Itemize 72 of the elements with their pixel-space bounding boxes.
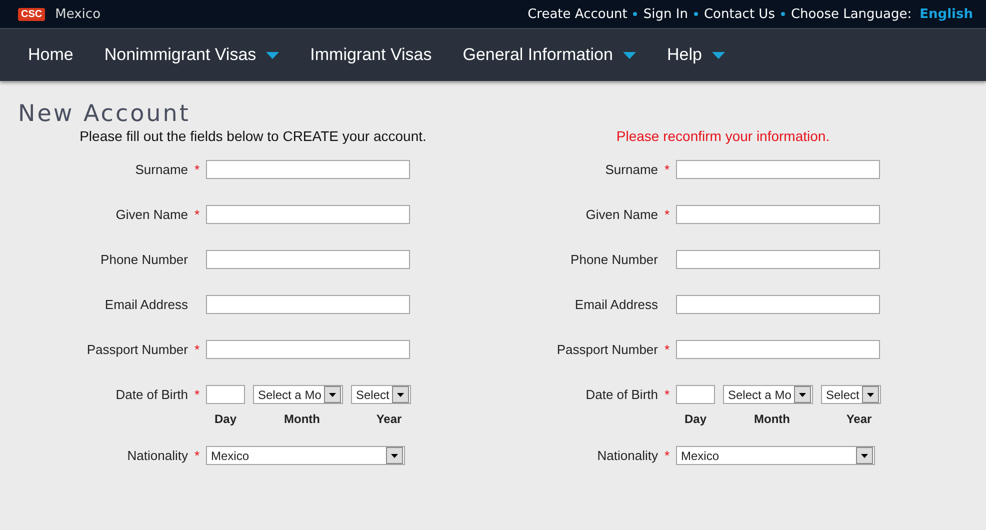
nav-item[interactable]: Home [28,45,74,65]
date-caption: Day [213,412,238,426]
field-label: Given Name [586,207,658,222]
field-label: Surname [135,162,188,177]
dropdown-arrow-icon[interactable] [397,392,404,396]
dropdown-arrow-icon[interactable] [861,454,868,458]
field-label: Passport Number [86,342,188,357]
required-mark: * [194,387,200,402]
form-intro: Please fill out the fields below to CREATE your account. [78,128,428,144]
field-label: Nationality [597,448,658,463]
day-field[interactable] [676,385,715,404]
field-label: Phone Number [100,252,188,267]
date-caption: Month [283,412,321,426]
dropdown-arrow-icon[interactable] [867,392,874,396]
language-label: Choose Language: [790,6,912,22]
date-caption: Day [683,412,708,426]
day-field[interactable] [206,385,245,404]
caret-icon [622,52,636,58]
header-link[interactable]: Sign In [643,6,688,22]
field-label: Given Name [116,207,188,222]
required-mark: * [194,342,200,357]
required-mark: * [664,448,670,463]
date-caption: Year [845,412,873,426]
country-name: Mexico [55,6,102,22]
text-field[interactable] [676,295,880,314]
required-mark: * [664,162,670,177]
date-caption: Year [375,412,403,426]
logo[interactable]: CSC [18,8,46,20]
required-mark: * [664,342,670,357]
field-label: Passport Number [556,342,658,357]
form-intro: Please reconfirm your information. [615,128,831,144]
dropdown-arrow-icon[interactable] [391,454,398,458]
field-label: Date of Birth [586,387,658,402]
field-label: Date of Birth [116,387,188,402]
field-label: Phone Number [570,252,658,267]
text-field[interactable] [206,340,410,359]
header-link[interactable]: Contact Us [704,6,775,22]
text-field[interactable] [206,250,410,269]
required-mark: * [194,448,200,463]
text-field[interactable] [676,340,880,359]
caret-icon [266,52,280,58]
required-mark: * [664,387,670,402]
nav-item[interactable]: Help [666,45,725,65]
field-label: Nationality [127,448,188,463]
header-link[interactable]: Create Account [528,6,628,22]
language-link[interactable]: English [920,6,973,22]
required-mark: * [194,207,200,222]
nationality-select[interactable]: Mexico [676,446,875,465]
text-field[interactable] [206,295,410,314]
month-select[interactable]: Select a Mo [723,385,813,404]
date-caption: Month [753,412,791,426]
nav-item[interactable]: Nonimmigrant Visas [104,45,280,65]
nav-item[interactable]: Immigrant Visas [310,45,432,65]
text-field[interactable] [206,205,410,224]
nav-item[interactable]: General Information [462,45,636,65]
text-field[interactable] [676,160,880,179]
field-label: Surname [605,162,658,177]
required-mark: * [194,162,200,177]
nationality-select[interactable]: Mexico [206,446,405,465]
year-select[interactable]: Select [351,385,411,404]
field-label: Email Address [574,297,658,312]
text-field[interactable] [676,250,880,269]
dropdown-arrow-icon[interactable] [329,392,336,396]
dropdown-arrow-icon[interactable] [799,392,806,396]
page-title: New Account [18,101,192,127]
month-select[interactable]: Select a Mo [253,385,343,404]
year-select[interactable]: Select [821,385,881,404]
caret-icon [712,52,725,58]
text-field[interactable] [676,205,880,224]
text-field[interactable] [206,160,410,179]
field-label: Email Address [104,297,188,312]
required-mark: * [664,207,670,222]
